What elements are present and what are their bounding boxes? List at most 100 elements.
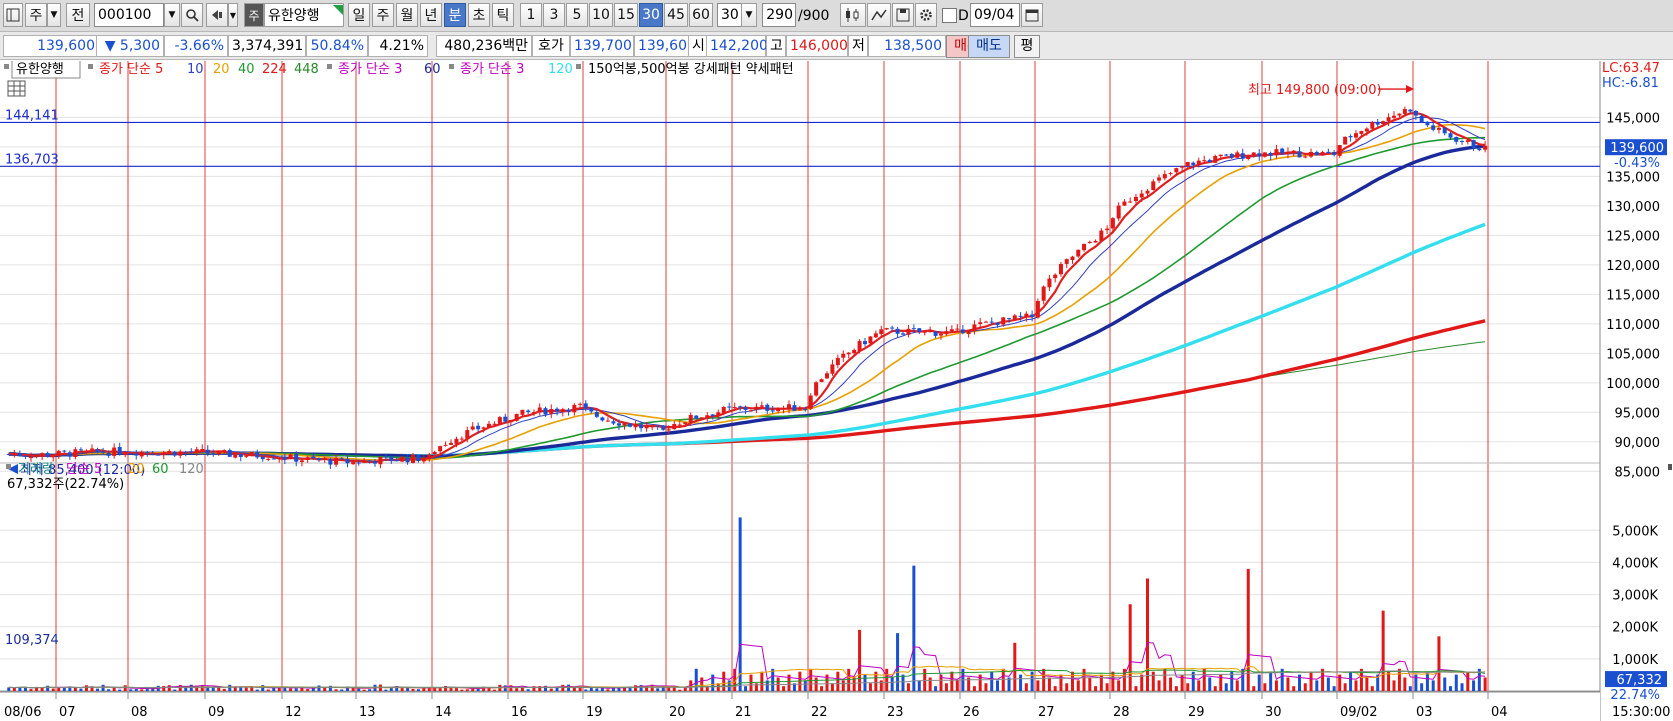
period-month-tab[interactable]: 월 [396, 3, 418, 27]
save-icon[interactable] [892, 3, 914, 27]
candle-body [1213, 156, 1218, 163]
volume-bar [1252, 686, 1256, 691]
drawing-tool-icon[interactable] [867, 3, 891, 27]
volume-bar [328, 685, 332, 691]
history-dropdown-icon[interactable]: ▼ [228, 3, 238, 27]
volume-bar [1036, 680, 1040, 691]
period-day-tab[interactable]: 일 [348, 3, 370, 27]
candle-body [699, 417, 704, 419]
code-dropdown-icon[interactable]: ▼ [164, 3, 180, 27]
price-tick-label: 85,000 [1615, 465, 1661, 480]
high-annotation: 최고 149,800 (09:00) [1248, 83, 1382, 98]
candle-body [508, 419, 513, 423]
volume-bar [515, 688, 519, 691]
interval-30-button[interactable]: 30 [639, 3, 663, 27]
stock-code-input[interactable]: 000100 [94, 3, 164, 27]
interval-1-button[interactable]: 1 [520, 3, 542, 27]
volume-bar [217, 687, 221, 691]
candle-body [211, 453, 216, 455]
candle-body [172, 451, 177, 456]
volume-bar [1111, 671, 1115, 691]
candle-body [1053, 274, 1058, 279]
history-nav-icon[interactable] [206, 3, 228, 27]
period-tick-tab[interactable]: 틱 [492, 3, 514, 27]
volume-bar [283, 687, 287, 691]
legend-ma-120: 120 [548, 62, 573, 77]
volume-bar [1392, 680, 1396, 691]
interval-5-button[interactable]: 5 [566, 3, 588, 27]
interval-dropdown-icon[interactable]: ▼ [741, 3, 757, 27]
candle-body [716, 412, 721, 417]
interval-15-button[interactable]: 15 [614, 3, 638, 27]
volume-bar [950, 671, 954, 691]
candle-body [1122, 201, 1127, 206]
volume-bar [830, 683, 834, 691]
prev-button[interactable]: 전 [66, 3, 90, 27]
interval-60-button[interactable]: 60 [689, 3, 713, 27]
volume-bar [1042, 668, 1046, 691]
candle-body [497, 417, 502, 424]
candle-body [378, 456, 383, 465]
candle-body [1196, 160, 1201, 165]
period-year-tab[interactable]: 년 [420, 3, 442, 27]
candle-body [145, 452, 150, 454]
candle-body [62, 450, 67, 452]
candle-body [808, 395, 813, 409]
market-type-button[interactable]: 주 [25, 3, 47, 27]
date-input[interactable]: 09/04 [970, 3, 1020, 27]
x-tick-label: 23 [887, 705, 904, 720]
candle-body [139, 451, 144, 457]
date-checkbox[interactable] [942, 8, 957, 23]
low-label: 저 [848, 35, 868, 57]
volume-bar [167, 685, 171, 691]
volume-bar [606, 689, 610, 691]
interval-3-button[interactable]: 3 [543, 3, 565, 27]
period-minute-tab[interactable]: 분 [444, 3, 466, 27]
volume-bar [12, 687, 16, 691]
settings-gear-icon[interactable] [915, 3, 937, 27]
volume-bar [1019, 674, 1023, 691]
volume-bar [29, 689, 33, 691]
search-icon[interactable] [181, 3, 203, 27]
volume-bar [595, 688, 599, 691]
candle-body [901, 333, 905, 335]
period-week-tab[interactable]: 주 [372, 3, 394, 27]
candle-body [672, 423, 677, 430]
data-table-icon[interactable] [7, 80, 26, 97]
candle-body [526, 410, 531, 413]
calendar-icon[interactable] [1021, 3, 1043, 27]
candle-body [167, 450, 172, 453]
bar-count-input[interactable]: 290 [762, 3, 796, 27]
volume-bar [1146, 578, 1149, 691]
price-tick-label: 120,000 [1606, 259, 1660, 274]
candle-body [1460, 140, 1465, 142]
volume-bar [1315, 680, 1319, 691]
period-second-tab[interactable]: 초 [468, 3, 490, 27]
volume-bar [134, 688, 138, 691]
volume-bar [934, 686, 938, 691]
candle-body [1224, 154, 1229, 156]
volume-bar [101, 684, 105, 691]
chevron-down-icon[interactable]: ▼ [47, 3, 61, 27]
volume-bar [200, 685, 204, 691]
interval-45-button[interactable]: 45 [664, 3, 688, 27]
sell-button[interactable]: 매도 [968, 35, 1010, 58]
candle-style-icon[interactable] [840, 3, 866, 27]
volume-bar [107, 689, 111, 691]
volume-bar [1208, 677, 1212, 691]
candle-body [749, 410, 753, 412]
candle-body [628, 423, 633, 427]
candle-body [583, 403, 588, 409]
x-tick-label: 14 [435, 705, 452, 720]
stock-name-field[interactable]: 유한양행 [264, 3, 344, 27]
volume-bar [306, 689, 310, 691]
volume-bar [1197, 680, 1201, 691]
panel-handle-icon[interactable] [1668, 464, 1672, 470]
interval-10-button[interactable]: 10 [589, 3, 613, 27]
screen-menu-icon[interactable] [3, 3, 23, 27]
eval-button[interactable]: 평 [1014, 35, 1040, 58]
candle-body [616, 423, 621, 426]
candle-body [356, 462, 361, 464]
volume-bar [140, 689, 144, 691]
volume-bar [1235, 680, 1239, 691]
